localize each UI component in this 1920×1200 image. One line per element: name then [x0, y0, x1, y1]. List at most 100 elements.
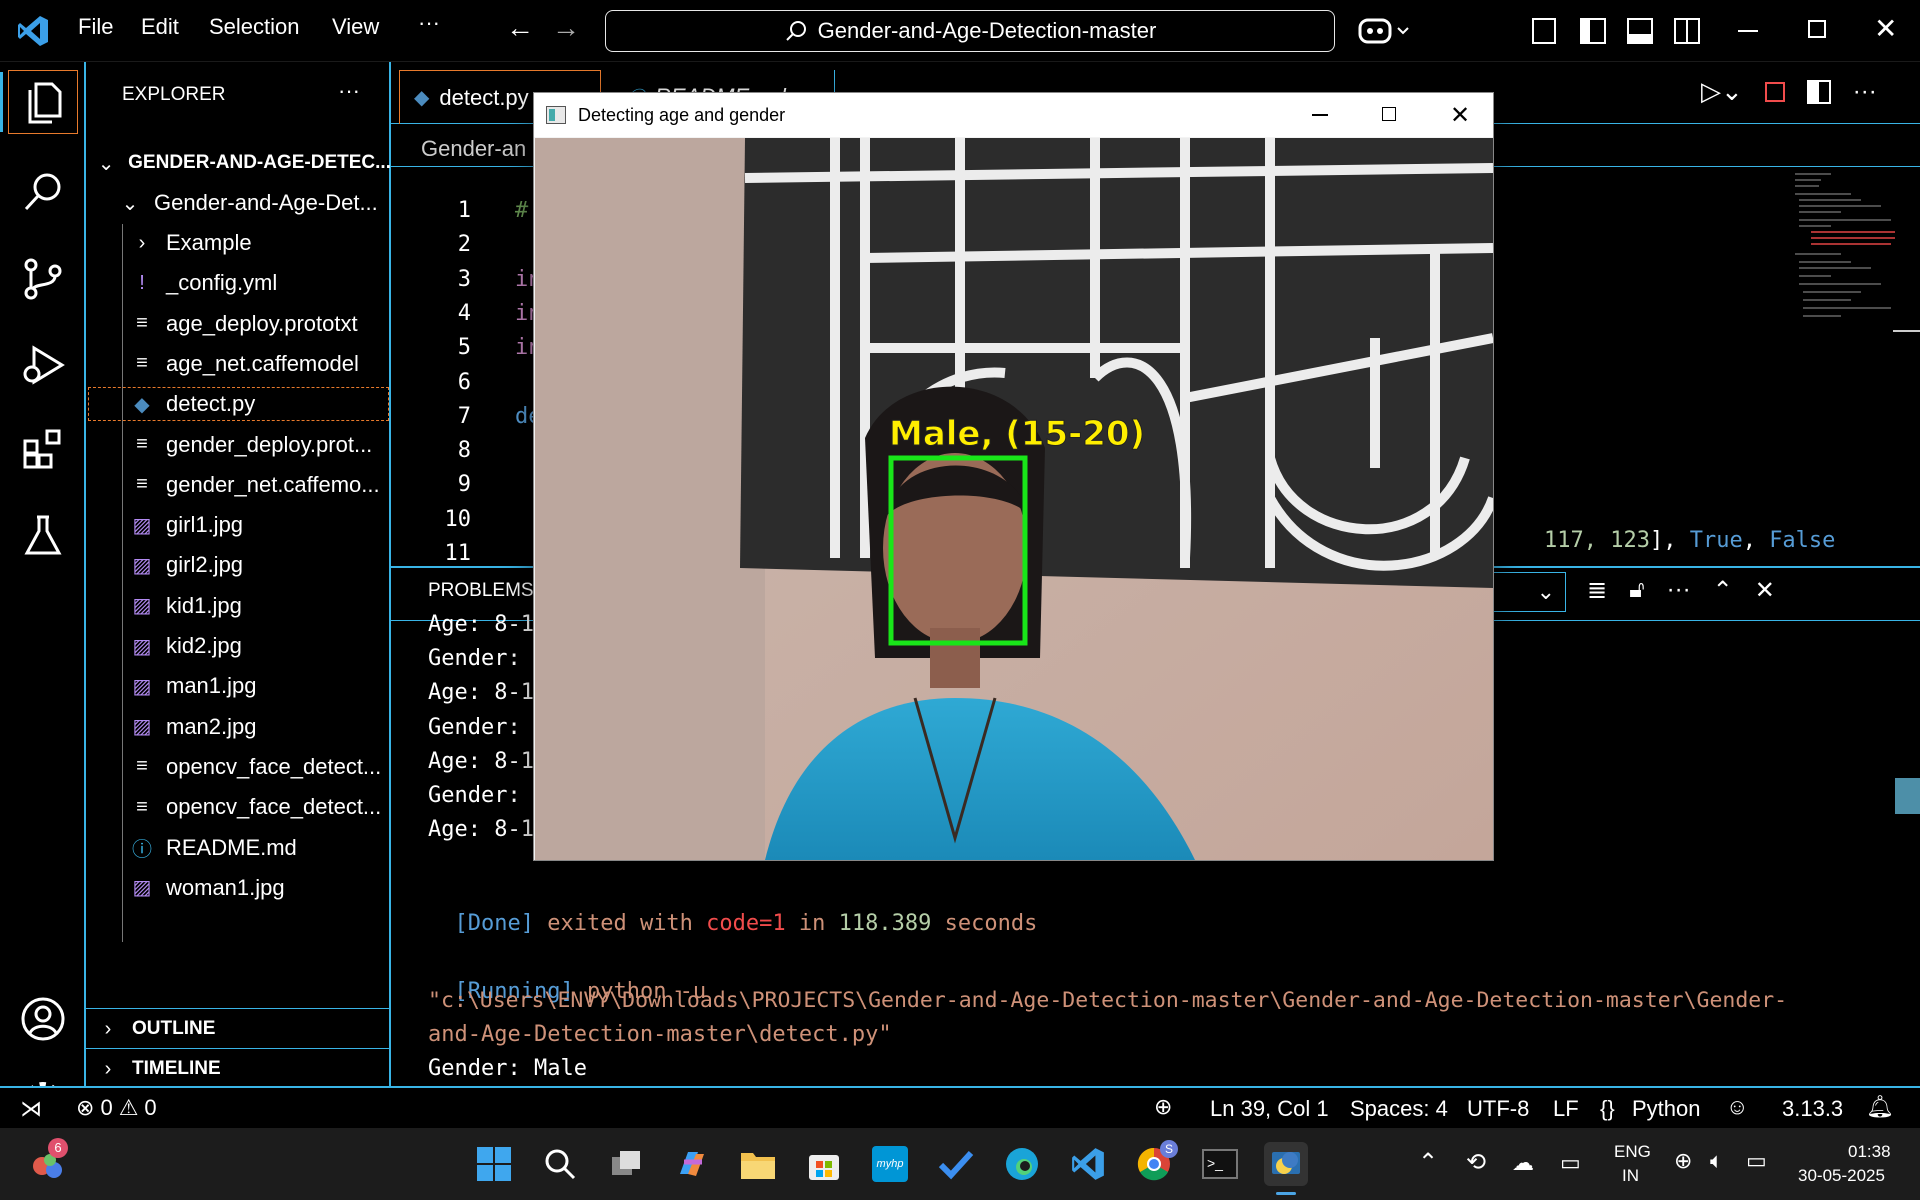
task-view-icon[interactable]: [604, 1142, 648, 1186]
widgets-icon[interactable]: 6: [26, 1138, 70, 1186]
file-item[interactable]: ≡ opencv_face_detect...: [86, 748, 391, 786]
testing-icon[interactable]: [18, 510, 68, 560]
terminal-icon[interactable]: >_: [1198, 1142, 1242, 1186]
run-icon[interactable]: ▷⌄: [1701, 76, 1743, 107]
search-taskbar-icon[interactable]: [538, 1142, 582, 1186]
file-item[interactable]: ! _config.yml: [86, 264, 391, 302]
minimize-icon[interactable]: [1312, 114, 1328, 116]
search-icon[interactable]: [18, 166, 68, 216]
forward-arrow-icon[interactable]: →: [552, 12, 580, 44]
edge-icon[interactable]: [1000, 1142, 1044, 1186]
toggle-sidebar-icon[interactable]: [1580, 18, 1606, 44]
notifications-icon[interactable]: 🔔︎: [1866, 1094, 1894, 1120]
chevron-up-icon[interactable]: ⌃: [1418, 1148, 1438, 1177]
minimap[interactable]: [1791, 168, 1899, 328]
close-window-icon[interactable]: ✕: [1874, 12, 1897, 45]
copilot-status-icon[interactable]: ☺: [1726, 1094, 1748, 1120]
vscode-taskbar-icon[interactable]: [1066, 1142, 1110, 1186]
file-item[interactable]: ▨ woman1.jpg: [86, 869, 391, 907]
file-item[interactable]: ≡ age_deploy.prototxt: [86, 305, 391, 343]
root-folder[interactable]: ⌄ GENDER-AND-AGE-DETEC...: [86, 144, 391, 182]
terminal-done-line: [Done] exited with code=1 in 118.389 sec…: [428, 886, 1038, 936]
cursor-position[interactable]: Ln 39, Col 1: [1210, 1096, 1329, 1122]
line-ending[interactable]: LF: [1553, 1096, 1579, 1122]
code-fragment[interactable]: #: [515, 198, 528, 223]
project-folder[interactable]: ⌄ Gender-and-Age-Det...: [86, 184, 391, 222]
title-bar: File Edit Selection View ··· ← → Gender-…: [0, 0, 1920, 62]
command-center-search[interactable]: Gender-and-Age-Detection-master: [605, 10, 1335, 52]
file-item[interactable]: ≡ opencv_face_detect...: [86, 788, 391, 826]
menu-more[interactable]: ···: [418, 10, 440, 36]
lock-icon[interactable]: 🔓︎: [1629, 576, 1645, 605]
clock-date[interactable]: 30-05-2025: [1798, 1166, 1885, 1186]
volume-icon[interactable]: 🔈︎: [1710, 1148, 1723, 1174]
sync-icon[interactable]: ⟲: [1466, 1148, 1486, 1177]
file-item[interactable]: ⓘ README.md: [86, 829, 391, 867]
python-version[interactable]: 3.13.3: [1782, 1096, 1843, 1122]
panel-scrollbar-thumb[interactable]: [1895, 778, 1920, 814]
problems-status[interactable]: ⊗ 0 ⚠ 0: [76, 1095, 157, 1121]
stop-icon[interactable]: [1764, 81, 1785, 102]
breadcrumb[interactable]: Gender-an: [421, 136, 526, 162]
network-icon[interactable]: ⊕: [1674, 1148, 1692, 1174]
store-icon[interactable]: [802, 1142, 846, 1186]
file-item[interactable]: ▨ kid2.jpg: [86, 627, 391, 665]
source-control-icon[interactable]: [18, 254, 68, 304]
toggle-panel-icon[interactable]: [1627, 18, 1653, 44]
menu-view[interactable]: View: [332, 14, 379, 40]
menu-selection[interactable]: Selection: [209, 14, 300, 40]
file-item[interactable]: ≡ age_net.caffemodel: [86, 345, 391, 383]
menu-file[interactable]: File: [78, 14, 113, 40]
clock-time[interactable]: 01:38: [1848, 1142, 1891, 1162]
explorer-more-icon[interactable]: ···: [338, 78, 360, 104]
indentation[interactable]: Spaces: 4: [1350, 1096, 1448, 1122]
todo-icon[interactable]: [934, 1142, 978, 1186]
file-item[interactable]: ≡ gender_net.caffemo...: [86, 466, 391, 504]
clear-output-icon[interactable]: ≣: [1587, 576, 1607, 605]
display-icon[interactable]: ▭: [1560, 1150, 1581, 1176]
split-editor-icon[interactable]: [1806, 79, 1831, 104]
encoding[interactable]: UTF-8: [1467, 1096, 1529, 1122]
restore-icon[interactable]: [1808, 20, 1826, 38]
file-item[interactable]: ◆ detect.py: [86, 385, 391, 423]
menu-edit[interactable]: Edit: [141, 14, 179, 40]
onedrive-icon[interactable]: ☁: [1512, 1150, 1534, 1176]
run-debug-icon[interactable]: [18, 340, 68, 390]
tab-problems[interactable]: PROBLEMS: [428, 580, 534, 602]
file-item[interactable]: ≡ gender_deploy.prot...: [86, 426, 391, 464]
more-icon[interactable]: ···: [1667, 576, 1691, 605]
myhp-icon[interactable]: myhp: [868, 1142, 912, 1186]
copilot-icon[interactable]: [1358, 14, 1414, 53]
file-item[interactable]: ▨ man2.jpg: [86, 708, 391, 746]
file-item[interactable]: › Example: [86, 224, 391, 262]
maximize-icon[interactable]: [1382, 107, 1396, 121]
close-icon[interactable]: ✕: [1450, 101, 1470, 130]
chrome-icon[interactable]: S: [1132, 1140, 1178, 1186]
accounts-icon[interactable]: [18, 994, 68, 1044]
file-item[interactable]: ▨ girl1.jpg: [86, 506, 391, 544]
file-item[interactable]: ▨ kid1.jpg: [86, 587, 391, 625]
zoom-icon[interactable]: ⊕: [1154, 1094, 1172, 1120]
language-mode[interactable]: Python: [1632, 1096, 1701, 1122]
customize-layout-icon[interactable]: [1532, 18, 1556, 44]
more-actions-icon[interactable]: ···: [1853, 78, 1877, 106]
start-icon[interactable]: [472, 1142, 516, 1186]
minimize-icon[interactable]: [1738, 30, 1758, 32]
file-item[interactable]: ▨ girl2.jpg: [86, 546, 391, 584]
python-app-icon[interactable]: [1264, 1142, 1308, 1186]
remote-icon[interactable]: ⋊: [20, 1096, 42, 1122]
timeline-section[interactable]: › TIMELINE: [86, 1050, 391, 1088]
maximize-panel-icon[interactable]: ⌃: [1713, 576, 1733, 605]
region-indicator[interactable]: IN: [1622, 1166, 1639, 1186]
extensions-icon[interactable]: [18, 424, 68, 474]
explorer-icon[interactable]: [18, 76, 68, 126]
toggle-secondary-sidebar-icon[interactable]: [1674, 18, 1700, 44]
language-indicator[interactable]: ENG: [1614, 1142, 1651, 1162]
file-explorer-icon[interactable]: [736, 1142, 780, 1186]
close-panel-icon[interactable]: ✕: [1755, 576, 1775, 605]
file-item[interactable]: ▨ man1.jpg: [86, 667, 391, 705]
battery-icon[interactable]: ▭: [1746, 1148, 1767, 1174]
copilot-app-icon[interactable]: [670, 1142, 714, 1186]
outline-section[interactable]: › OUTLINE: [86, 1010, 391, 1048]
back-arrow-icon[interactable]: ←: [506, 12, 534, 44]
